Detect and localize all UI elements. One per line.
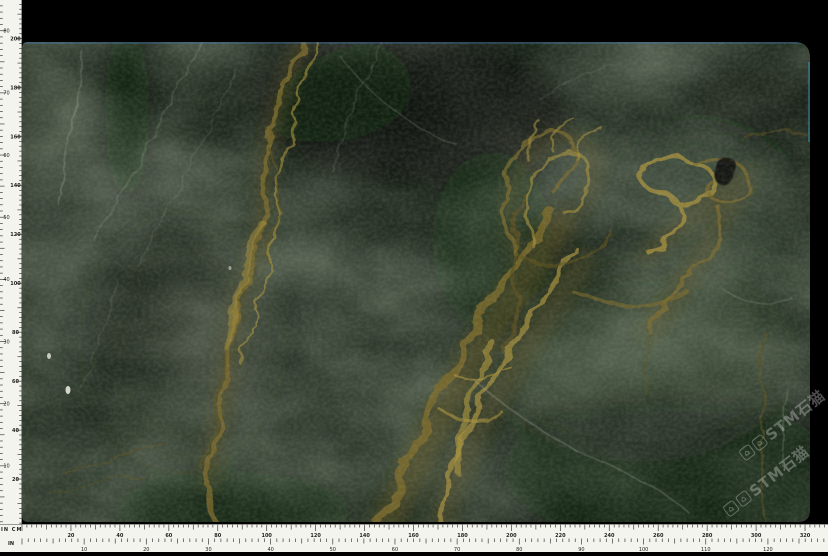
svg-text:60: 60 [165,533,172,539]
svg-text:100: 100 [261,533,272,539]
svg-text:20: 20 [143,547,149,552]
slab-scan-viewer: { "canvas": {"width": 828, "height": 552… [0,0,828,552]
corner-unit-label-in-cm: IN CM [1,527,22,533]
svg-text:20: 20 [67,533,74,539]
svg-text:80: 80 [516,547,522,552]
svg-text:100: 100 [10,281,21,287]
ruler-unit-corner: IN CM IN [0,524,22,552]
stone-slab-image [22,42,810,522]
svg-text:70: 70 [3,91,9,97]
svg-text:20: 20 [3,401,9,407]
svg-text:110: 110 [701,547,711,552]
svg-text:140: 140 [359,533,370,539]
svg-text:160: 160 [408,533,419,539]
svg-text:60: 60 [12,379,19,385]
svg-text:80: 80 [214,533,221,539]
svg-text:280: 280 [702,533,713,539]
svg-text:260: 260 [653,533,664,539]
svg-text:80: 80 [3,29,9,35]
svg-text:140: 140 [10,183,21,189]
svg-text:120: 120 [10,232,21,238]
svg-text:100: 100 [639,547,649,552]
svg-text:40: 40 [12,428,19,434]
svg-text:40: 40 [267,547,273,552]
svg-text:300: 300 [751,533,762,539]
svg-text:320: 320 [800,533,811,539]
corner-unit-label-in: IN [8,541,14,547]
svg-text:180: 180 [457,533,468,539]
svg-text:200: 200 [10,36,21,42]
horizontal-ruler: 20 40 60 80 100 120 140 160 180 200 220 240 260 280 30… [0,524,828,552]
svg-text:30: 30 [3,339,9,345]
svg-text:10: 10 [3,464,9,470]
svg-text:220: 220 [555,533,566,539]
svg-text:70: 70 [454,547,460,552]
svg-text:120: 120 [763,547,773,552]
svg-text:50: 50 [330,547,336,552]
svg-text:60: 60 [392,547,398,552]
svg-text:40: 40 [3,277,9,283]
svg-text:180: 180 [10,85,21,91]
svg-text:60: 60 [3,153,9,159]
svg-text:30: 30 [205,547,211,552]
svg-text:90: 90 [578,547,584,552]
svg-text:200: 200 [506,533,517,539]
svg-text:240: 240 [604,533,615,539]
svg-text:20: 20 [12,477,19,483]
svg-text:80: 80 [12,330,19,336]
svg-text:50: 50 [3,215,9,221]
svg-text:10: 10 [81,547,87,552]
svg-text:120: 120 [310,533,321,539]
vertical-ruler: 20 40 60 80 100 120 140 160 180 200 10 20 30 40 50 60 70… [0,0,22,524]
svg-text:160: 160 [10,134,21,140]
svg-text:40: 40 [116,533,123,539]
